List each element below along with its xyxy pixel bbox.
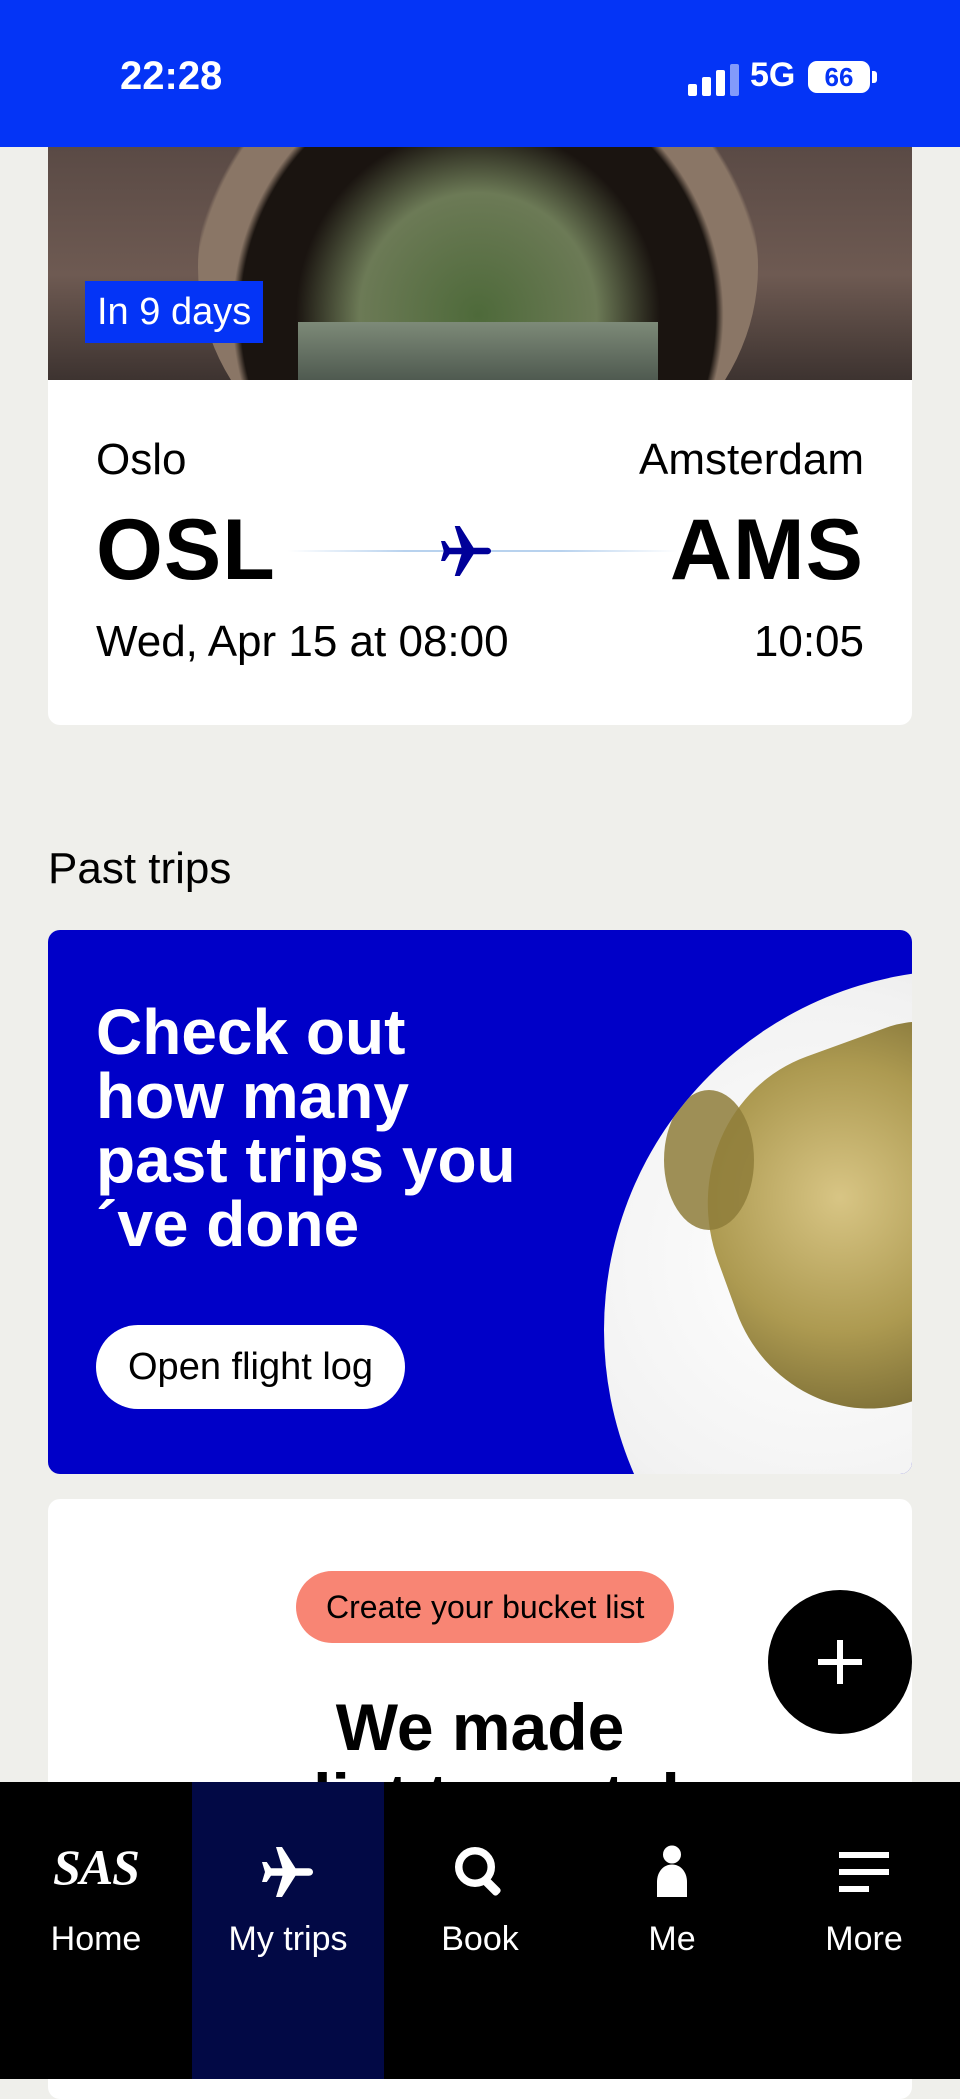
signal-icon	[688, 64, 740, 96]
past-trips-heading: Past trips	[48, 844, 232, 893]
battery-icon: 66	[808, 61, 870, 93]
open-flight-log-button[interactable]: Open flight log	[96, 1325, 406, 1409]
airplane-icon	[441, 526, 491, 576]
tab-more[interactable]: More	[768, 1782, 960, 2079]
tab-me-label: Me	[648, 1920, 696, 1958]
tab-book[interactable]: Book	[384, 1782, 576, 2079]
globe-landmass-small	[664, 1090, 754, 1230]
tab-my-trips-label: My trips	[228, 1920, 348, 1958]
promo-title: Check out how many past trips you ´ve do…	[96, 996, 516, 1260]
battery-tip	[872, 71, 877, 83]
origin-city: Oslo	[96, 435, 187, 484]
arrival-time: 10:05	[753, 617, 864, 666]
menu-icon	[839, 1852, 889, 1892]
flight-log-promo-card: Check out how many past trips you ´ve do…	[48, 930, 912, 1474]
globe-image	[604, 970, 912, 1474]
sas-logo-icon: SAS	[53, 1839, 140, 1895]
canal-water-image	[298, 322, 658, 380]
tab-me[interactable]: Me	[576, 1782, 768, 2079]
status-time: 22:28	[120, 54, 223, 98]
tab-book-label: Book	[441, 1920, 519, 1958]
departure-time: Wed, Apr 15 at 08:00	[96, 617, 509, 666]
countdown-badge: In 9 days	[85, 281, 264, 343]
status-bar: 22:28 5G 66	[0, 0, 960, 147]
tab-home-label: Home	[50, 1920, 142, 1958]
person-icon	[657, 1845, 687, 1897]
create-bucket-list-pill[interactable]: Create your bucket list	[296, 1571, 675, 1643]
plus-icon	[818, 1640, 862, 1684]
tab-more-label: More	[825, 1920, 903, 1958]
tab-home[interactable]: SAS Home	[0, 1782, 192, 2079]
airplane-icon	[262, 1847, 313, 1897]
tab-my-trips[interactable]: My trips	[192, 1782, 384, 2079]
upcoming-trip-card[interactable]: In 9 days Oslo Amsterdam OSL AMS Wed, Ap…	[48, 147, 912, 725]
search-icon	[455, 1847, 501, 1896]
destination-photo: In 9 days	[48, 147, 912, 380]
origin-code: OSL	[96, 502, 276, 598]
destination-city: Amsterdam	[639, 435, 864, 484]
network-type: 5G	[750, 56, 796, 94]
destination-code: AMS	[669, 502, 864, 598]
add-trip-button[interactable]	[768, 1590, 912, 1734]
bottom-tab-bar: SAS Home My trips Book Me More	[0, 1782, 960, 2079]
